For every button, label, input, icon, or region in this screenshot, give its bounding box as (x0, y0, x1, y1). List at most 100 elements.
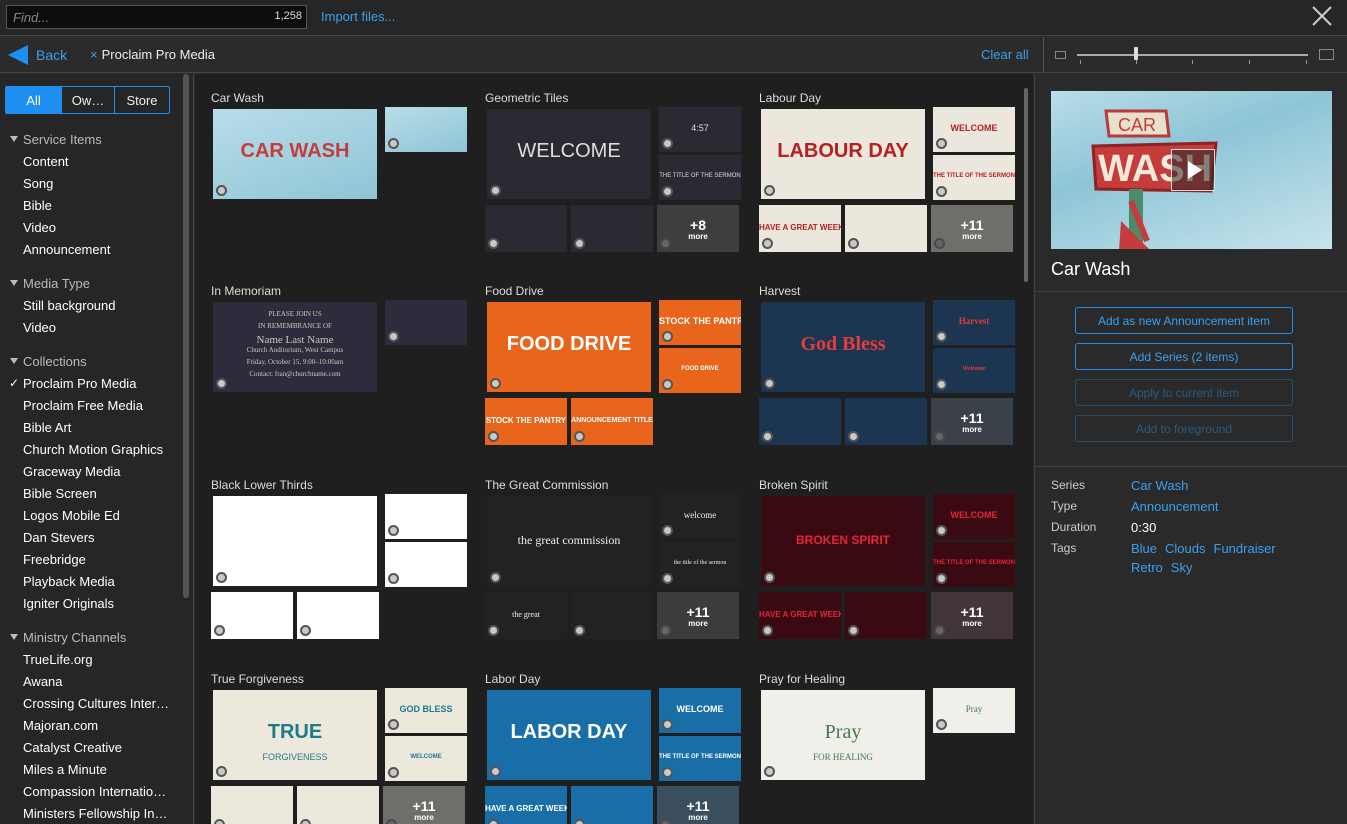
apply-current-button[interactable]: Apply to current item (1075, 379, 1293, 406)
media-thumbnail[interactable]: Pray (933, 688, 1015, 733)
media-thumbnail[interactable] (845, 592, 927, 639)
tag-link[interactable]: Clouds (1165, 541, 1205, 556)
sidebar-item-dan-stevers[interactable]: Dan Stevers (0, 526, 185, 548)
sidebar-item-bible-art[interactable]: Bible Art (0, 416, 185, 438)
media-thumbnail[interactable]: THE TITLE OF THE SERMON (659, 736, 741, 781)
sidebar-item-truelife[interactable]: TrueLife.org (0, 648, 185, 670)
sidebar-item-miles-a-minute[interactable]: Miles a Minute (0, 758, 185, 780)
group-main-thumbnail[interactable]: BROKEN SPIRIT (761, 496, 925, 586)
import-files-link[interactable]: Import files... (321, 9, 395, 24)
media-thumbnail[interactable]: the title of the sermon (659, 542, 741, 587)
sidebar-item-freebridge[interactable]: Freebridge (0, 548, 185, 570)
media-thumbnail[interactable]: STOCK THE PANTRY (659, 300, 741, 345)
more-thumbnails-button[interactable]: +11 more (657, 786, 739, 824)
remove-filter-icon[interactable]: × (90, 47, 98, 62)
more-thumbnails-button[interactable]: +11 more (383, 786, 465, 824)
media-thumbnail[interactable]: HAVE A GREAT WEEK (485, 786, 567, 824)
sidebar-scrollbar[interactable] (183, 74, 189, 598)
tag-link[interactable]: Blue (1131, 541, 1157, 556)
sidebar-item-graceway-media[interactable]: Graceway Media (0, 460, 185, 482)
media-thumbnail[interactable]: FOOD DRIVE (659, 348, 741, 393)
media-thumbnail[interactable]: STOCK THE PANTRY (485, 398, 567, 445)
media-thumbnail[interactable]: GOD BLESS (385, 688, 467, 733)
media-thumbnail[interactable]: THE TITLE OF THE SERMON (933, 155, 1015, 200)
media-thumbnail[interactable] (571, 205, 653, 252)
media-thumbnail[interactable]: THE TITLE OF THE SERMON (659, 155, 741, 200)
media-thumbnail[interactable] (211, 592, 293, 639)
meta-type-value[interactable]: Announcement (1131, 499, 1218, 514)
media-thumbnail[interactable]: WELCOME (933, 107, 1015, 152)
sidebar-item-playback-media[interactable]: Playback Media (0, 570, 185, 592)
section-ministry-channels[interactable]: Ministry Channels (0, 626, 185, 648)
add-announcement-button[interactable]: Add as new Announcement item (1075, 307, 1293, 334)
group-main-thumbnail[interactable]: The Header of Things Subheaders Provide M… (213, 496, 377, 586)
meta-series-value[interactable]: Car Wash (1131, 478, 1188, 493)
media-thumbnail[interactable] (211, 786, 293, 824)
group-main-thumbnail[interactable]: LABOUR DAY (761, 109, 925, 199)
media-thumbnail[interactable] (385, 300, 467, 345)
play-button[interactable] (1171, 149, 1215, 191)
tag-link[interactable]: Sky (1171, 560, 1193, 575)
slider-thumb[interactable] (1134, 47, 1138, 60)
media-thumbnail[interactable] (385, 107, 467, 152)
media-thumbnail[interactable]: THE TITLE OF THE SERMON (933, 542, 1015, 587)
media-thumbnail[interactable] (759, 398, 841, 445)
thumbnail-small-icon[interactable] (1055, 51, 1066, 59)
filter-store-button[interactable]: Store (115, 87, 169, 113)
sidebar-item-video[interactable]: Video (0, 216, 185, 238)
media-thumbnail[interactable] (571, 786, 653, 824)
thumbnail-large-icon[interactable] (1319, 49, 1334, 60)
group-main-thumbnail[interactable]: TRUE FORGIVENESS (213, 690, 377, 780)
sidebar-item-majoran[interactable]: Majoran.com (0, 714, 185, 736)
more-thumbnails-button[interactable]: +8 more (657, 205, 739, 252)
section-collections[interactable]: Collections (0, 350, 185, 372)
media-thumbnail[interactable] (297, 786, 379, 824)
back-button[interactable]: Back (8, 43, 67, 67)
filter-all-button[interactable]: All (6, 87, 62, 113)
more-thumbnails-button[interactable]: +11 more (931, 205, 1013, 252)
media-thumbnail[interactable] (385, 494, 467, 539)
sidebar-item-proclaim-pro-media[interactable]: ✓ Proclaim Pro Media (0, 372, 185, 394)
group-main-thumbnail[interactable]: PLEASE JOIN US IN REMEMBRANCE OF Name Last… (213, 302, 377, 392)
media-thumbnail[interactable]: HAVE A GREAT WEEK (759, 205, 841, 252)
group-main-thumbnail[interactable]: WELCOME (487, 109, 651, 199)
media-thumbnail[interactable]: the great (485, 592, 567, 639)
filter-owned-button[interactable]: Ow… (62, 87, 115, 113)
sidebar-item-crossing-cultures[interactable]: Crossing Cultures Inter… (0, 692, 185, 714)
sidebar-item-catalyst-creative[interactable]: Catalyst Creative (0, 736, 185, 758)
sidebar-item-bible[interactable]: Bible (0, 194, 185, 216)
thumbnail-size-slider[interactable] (1077, 54, 1308, 56)
tag-link[interactable]: Fundraiser (1214, 541, 1276, 556)
media-thumbnail[interactable] (385, 542, 467, 587)
media-thumbnail[interactable]: WELCOME (933, 494, 1015, 539)
tag-link[interactable]: Retro (1131, 560, 1163, 575)
group-main-thumbnail[interactable]: Pray FOR HEALING (761, 690, 925, 780)
media-thumbnail[interactable]: HAVE A GREAT WEEK (759, 592, 841, 639)
group-main-thumbnail[interactable]: CAR WASH (213, 109, 377, 199)
media-thumbnail[interactable] (485, 205, 567, 252)
section-media-type[interactable]: Media Type (0, 272, 185, 294)
clear-all-link[interactable]: Clear all (981, 47, 1029, 62)
section-service-items[interactable]: Service Items (0, 128, 185, 150)
media-thumbnail[interactable] (297, 592, 379, 639)
media-thumbnail[interactable]: ANNOUNCEMENT TITLE (571, 398, 653, 445)
media-thumbnail[interactable]: 4:57 (659, 107, 741, 152)
sidebar-item-announcement[interactable]: Announcement (0, 238, 185, 260)
sidebar-item-logos-mobile-ed[interactable]: Logos Mobile Ed (0, 504, 185, 526)
more-thumbnails-button[interactable]: +11 more (931, 592, 1013, 639)
media-thumbnail[interactable]: Harvest (933, 300, 1015, 345)
sidebar-item-proclaim-free-media[interactable]: Proclaim Free Media (0, 394, 185, 416)
group-main-thumbnail[interactable]: the great commission (487, 496, 651, 586)
media-thumbnail[interactable] (845, 398, 927, 445)
sidebar-item-video-type[interactable]: Video (0, 316, 185, 338)
group-main-thumbnail[interactable]: God Bless (761, 302, 925, 392)
group-main-thumbnail[interactable]: LABOR DAY (487, 690, 651, 780)
more-thumbnails-button[interactable]: +11 more (931, 398, 1013, 445)
preview-thumbnail[interactable]: CAR WASH (1051, 91, 1332, 249)
grid-scrollbar[interactable] (1024, 88, 1028, 282)
sidebar-item-ministers-fellowship[interactable]: Ministers Fellowship In… (0, 802, 185, 824)
sidebar-item-awana[interactable]: Awana (0, 670, 185, 692)
add-foreground-button[interactable]: Add to foreground (1075, 415, 1293, 442)
sidebar-item-bible-screen[interactable]: Bible Screen (0, 482, 185, 504)
sidebar-item-church-motion-graphics[interactable]: Church Motion Graphics (0, 438, 185, 460)
